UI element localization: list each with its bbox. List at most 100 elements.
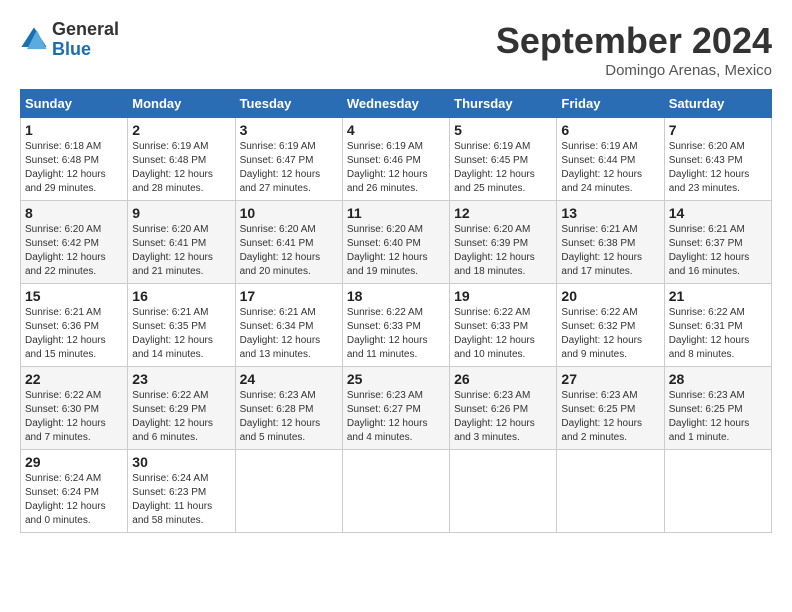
day-cell-22: 22 Sunrise: 6:22 AMSunset: 6:30 PMDaylig… [21,367,128,450]
day-cell-12: 12 Sunrise: 6:20 AMSunset: 6:39 PMDaylig… [450,201,557,284]
day-number: 2 [132,122,230,138]
logo-text: General Blue [52,20,119,60]
day-cell-9: 9 Sunrise: 6:20 AMSunset: 6:41 PMDayligh… [128,201,235,284]
day-info: Sunrise: 6:23 AMSunset: 6:26 PMDaylight:… [454,390,535,443]
day-cell-27: 27 Sunrise: 6:23 AMSunset: 6:25 PMDaylig… [557,367,664,450]
day-info: Sunrise: 6:23 AMSunset: 6:28 PMDaylight:… [240,390,321,443]
day-info: Sunrise: 6:23 AMSunset: 6:27 PMDaylight:… [347,390,428,443]
day-info: Sunrise: 6:19 AMSunset: 6:48 PMDaylight:… [132,141,213,194]
day-cell-16: 16 Sunrise: 6:21 AMSunset: 6:35 PMDaylig… [128,284,235,367]
day-number: 30 [132,454,230,470]
day-number: 15 [25,288,123,304]
day-number: 24 [240,371,338,387]
day-cell-30: 30 Sunrise: 6:24 AMSunset: 6:23 PMDaylig… [128,450,235,533]
day-info: Sunrise: 6:21 AMSunset: 6:37 PMDaylight:… [669,224,750,277]
day-cell-17: 17 Sunrise: 6:21 AMSunset: 6:34 PMDaylig… [235,284,342,367]
day-number: 25 [347,371,445,387]
logo-icon [20,26,48,54]
week-row-4: 29 Sunrise: 6:24 AMSunset: 6:24 PMDaylig… [21,450,772,533]
header-row: Sunday Monday Tuesday Wednesday Thursday… [21,90,772,118]
day-info: Sunrise: 6:19 AMSunset: 6:46 PMDaylight:… [347,141,428,194]
day-number: 14 [669,205,767,221]
col-saturday: Saturday [664,90,771,118]
header: General Blue September 2024 Domingo Aren… [20,20,772,79]
day-info: Sunrise: 6:22 AMSunset: 6:33 PMDaylight:… [347,307,428,360]
day-info: Sunrise: 6:20 AMSunset: 6:39 PMDaylight:… [454,224,535,277]
col-thursday: Thursday [450,90,557,118]
day-number: 9 [132,205,230,221]
day-number: 3 [240,122,338,138]
empty-cell [664,450,771,533]
day-number: 27 [561,371,659,387]
day-info: Sunrise: 6:19 AMSunset: 6:45 PMDaylight:… [454,141,535,194]
day-cell-19: 19 Sunrise: 6:22 AMSunset: 6:33 PMDaylig… [450,284,557,367]
day-number: 8 [25,205,123,221]
day-number: 22 [25,371,123,387]
day-number: 17 [240,288,338,304]
day-number: 28 [669,371,767,387]
day-number: 5 [454,122,552,138]
day-number: 19 [454,288,552,304]
day-cell-2: 2 Sunrise: 6:19 AMSunset: 6:48 PMDayligh… [128,118,235,201]
day-info: Sunrise: 6:22 AMSunset: 6:30 PMDaylight:… [25,390,106,443]
col-friday: Friday [557,90,664,118]
day-cell-24: 24 Sunrise: 6:23 AMSunset: 6:28 PMDaylig… [235,367,342,450]
week-row-0: 1 Sunrise: 6:18 AMSunset: 6:48 PMDayligh… [21,118,772,201]
day-number: 4 [347,122,445,138]
day-number: 6 [561,122,659,138]
day-cell-10: 10 Sunrise: 6:20 AMSunset: 6:41 PMDaylig… [235,201,342,284]
day-number: 18 [347,288,445,304]
day-number: 1 [25,122,123,138]
empty-cell [235,450,342,533]
empty-cell [557,450,664,533]
day-cell-6: 6 Sunrise: 6:19 AMSunset: 6:44 PMDayligh… [557,118,664,201]
day-cell-20: 20 Sunrise: 6:22 AMSunset: 6:32 PMDaylig… [557,284,664,367]
day-number: 7 [669,122,767,138]
day-cell-7: 7 Sunrise: 6:20 AMSunset: 6:43 PMDayligh… [664,118,771,201]
day-info: Sunrise: 6:18 AMSunset: 6:48 PMDaylight:… [25,141,106,194]
week-row-3: 22 Sunrise: 6:22 AMSunset: 6:30 PMDaylig… [21,367,772,450]
day-cell-13: 13 Sunrise: 6:21 AMSunset: 6:38 PMDaylig… [557,201,664,284]
day-info: Sunrise: 6:20 AMSunset: 6:43 PMDaylight:… [669,141,750,194]
week-row-1: 8 Sunrise: 6:20 AMSunset: 6:42 PMDayligh… [21,201,772,284]
logo-blue: Blue [52,39,91,59]
day-info: Sunrise: 6:23 AMSunset: 6:25 PMDaylight:… [669,390,750,443]
day-info: Sunrise: 6:24 AMSunset: 6:24 PMDaylight:… [25,473,106,526]
day-info: Sunrise: 6:23 AMSunset: 6:25 PMDaylight:… [561,390,642,443]
day-cell-26: 26 Sunrise: 6:23 AMSunset: 6:26 PMDaylig… [450,367,557,450]
day-info: Sunrise: 6:22 AMSunset: 6:31 PMDaylight:… [669,307,750,360]
empty-cell [450,450,557,533]
day-info: Sunrise: 6:22 AMSunset: 6:32 PMDaylight:… [561,307,642,360]
day-cell-18: 18 Sunrise: 6:22 AMSunset: 6:33 PMDaylig… [342,284,449,367]
day-info: Sunrise: 6:21 AMSunset: 6:34 PMDaylight:… [240,307,321,360]
day-number: 21 [669,288,767,304]
week-row-2: 15 Sunrise: 6:21 AMSunset: 6:36 PMDaylig… [21,284,772,367]
day-number: 10 [240,205,338,221]
day-cell-5: 5 Sunrise: 6:19 AMSunset: 6:45 PMDayligh… [450,118,557,201]
day-info: Sunrise: 6:20 AMSunset: 6:42 PMDaylight:… [25,224,106,277]
day-info: Sunrise: 6:21 AMSunset: 6:38 PMDaylight:… [561,224,642,277]
day-number: 23 [132,371,230,387]
location: Domingo Arenas, Mexico [496,62,772,79]
month-title: September 2024 [496,20,772,62]
day-cell-11: 11 Sunrise: 6:20 AMSunset: 6:40 PMDaylig… [342,201,449,284]
day-number: 16 [132,288,230,304]
col-monday: Monday [128,90,235,118]
day-number: 20 [561,288,659,304]
day-cell-8: 8 Sunrise: 6:20 AMSunset: 6:42 PMDayligh… [21,201,128,284]
day-info: Sunrise: 6:19 AMSunset: 6:47 PMDaylight:… [240,141,321,194]
day-cell-1: 1 Sunrise: 6:18 AMSunset: 6:48 PMDayligh… [21,118,128,201]
col-wednesday: Wednesday [342,90,449,118]
logo: General Blue [20,20,119,60]
day-cell-14: 14 Sunrise: 6:21 AMSunset: 6:37 PMDaylig… [664,201,771,284]
day-info: Sunrise: 6:22 AMSunset: 6:29 PMDaylight:… [132,390,213,443]
day-cell-4: 4 Sunrise: 6:19 AMSunset: 6:46 PMDayligh… [342,118,449,201]
logo-general: General [52,19,119,39]
day-cell-28: 28 Sunrise: 6:23 AMSunset: 6:25 PMDaylig… [664,367,771,450]
day-info: Sunrise: 6:20 AMSunset: 6:41 PMDaylight:… [240,224,321,277]
day-number: 11 [347,205,445,221]
day-info: Sunrise: 6:22 AMSunset: 6:33 PMDaylight:… [454,307,535,360]
day-number: 13 [561,205,659,221]
col-sunday: Sunday [21,90,128,118]
day-info: Sunrise: 6:20 AMSunset: 6:41 PMDaylight:… [132,224,213,277]
